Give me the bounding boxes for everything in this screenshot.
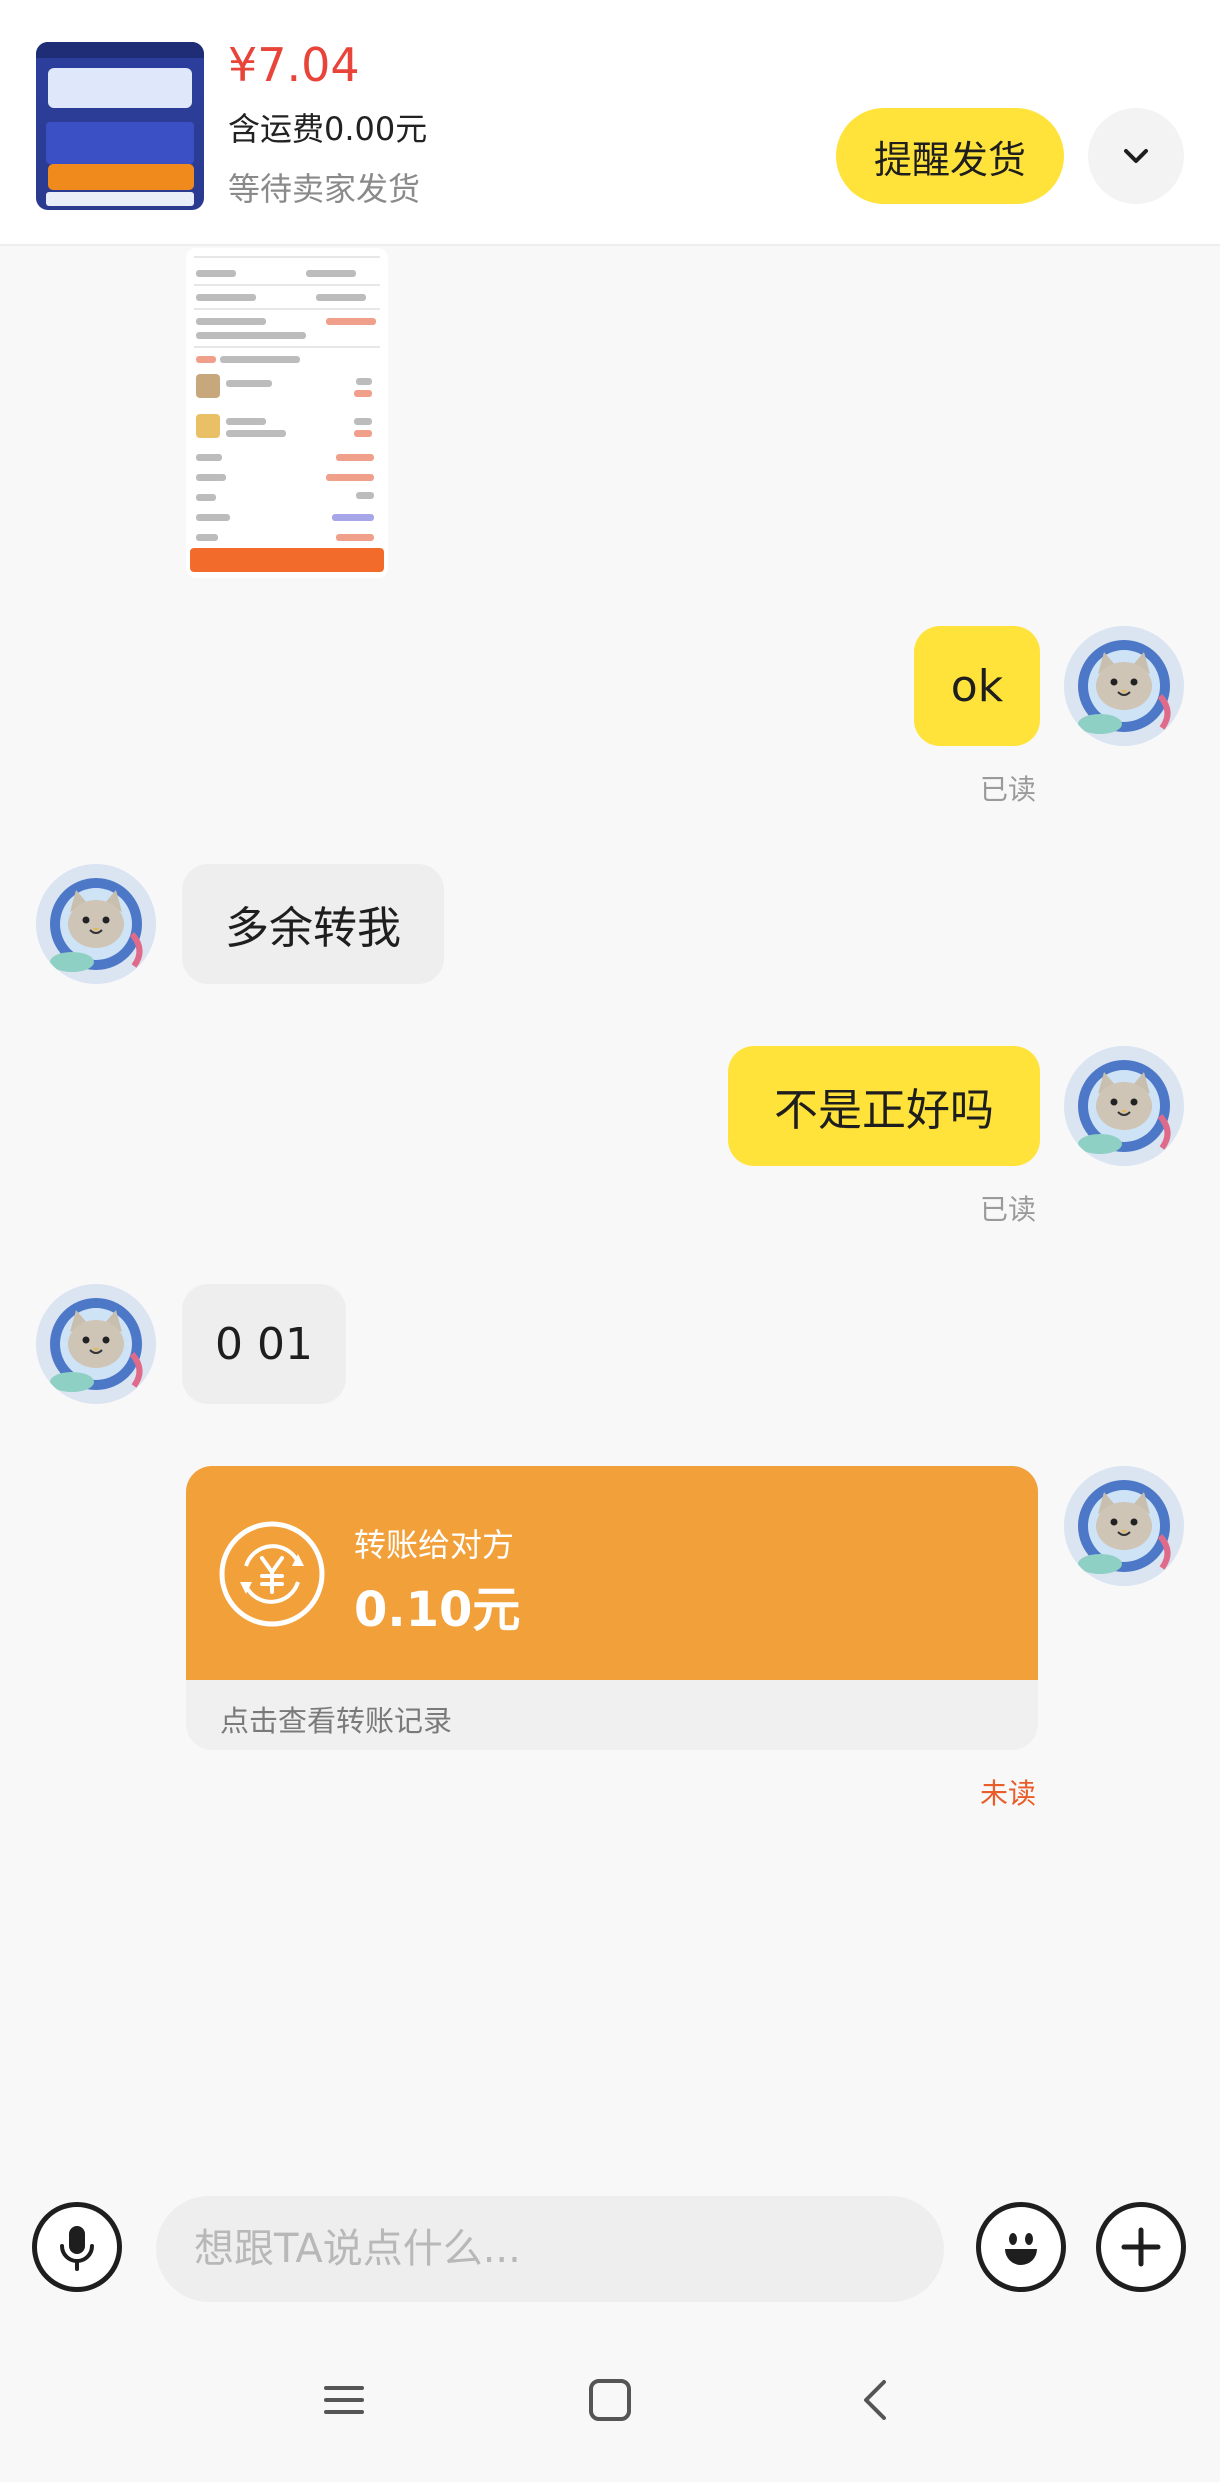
- yuan-transfer-icon: [219, 1521, 325, 1627]
- home-icon: [589, 2379, 631, 2421]
- product-thumbnail[interactable]: [36, 42, 204, 210]
- emoji-button[interactable]: [976, 2202, 1066, 2292]
- message-bubble-mine[interactable]: 不是正好吗: [728, 1046, 1040, 1166]
- voice-button[interactable]: [32, 2202, 122, 2292]
- order-price: ¥7.04: [228, 38, 360, 92]
- menu-button[interactable]: [304, 2360, 384, 2440]
- my-avatar[interactable]: [1064, 1046, 1184, 1166]
- menu-icon: [324, 2386, 364, 2414]
- read-status: 已读: [980, 1193, 1037, 1226]
- message-input[interactable]: [156, 2196, 944, 2302]
- unread-status: 未读: [980, 1777, 1037, 1810]
- transfer-title: 转账给对方: [354, 1526, 515, 1564]
- image-message[interactable]: [186, 248, 388, 578]
- message-bubble-theirs[interactable]: 0 01: [182, 1284, 346, 1404]
- shipping-fee: 含运费0.00元: [228, 110, 428, 148]
- read-status: 已读: [980, 773, 1037, 806]
- transfer-card-body: 转账给对方 0.10元: [186, 1466, 1038, 1680]
- input-bar: [0, 2178, 1220, 2318]
- back-button[interactable]: [836, 2360, 916, 2440]
- system-nav-bar: [0, 2318, 1220, 2482]
- expand-button[interactable]: [1088, 108, 1184, 204]
- seller-avatar[interactable]: [36, 864, 156, 984]
- my-avatar[interactable]: [1064, 1466, 1184, 1586]
- my-avatar[interactable]: [1064, 626, 1184, 746]
- home-button[interactable]: [570, 2360, 650, 2440]
- view-transfer-record-link[interactable]: 点击查看转账记录: [220, 1698, 452, 1740]
- chevron-down-icon: [1124, 149, 1148, 163]
- smiley-icon: [1005, 2233, 1037, 2265]
- chat-area[interactable]: ok 已读 多余转我 不是正好吗 已读 0 01 转账给对方 0.10元 点击查…: [0, 248, 1220, 2178]
- message-bubble-theirs[interactable]: 多余转我: [182, 864, 444, 984]
- more-button[interactable]: [1096, 2202, 1186, 2292]
- plus-icon: [1121, 2227, 1161, 2267]
- order-header: ¥7.04 含运费0.00元 等待卖家发货 提醒发货: [0, 0, 1220, 246]
- message-bubble-mine[interactable]: ok: [914, 626, 1040, 746]
- back-icon: [864, 2380, 886, 2420]
- transfer-card[interactable]: 转账给对方 0.10元 点击查看转账记录: [186, 1466, 1038, 1750]
- seller-avatar[interactable]: [36, 1284, 156, 1404]
- transfer-amount: 0.10元: [354, 1582, 521, 1638]
- microphone-icon: [60, 2226, 94, 2271]
- order-status: 等待卖家发货: [228, 170, 421, 208]
- remind-ship-button[interactable]: 提醒发货: [836, 108, 1064, 204]
